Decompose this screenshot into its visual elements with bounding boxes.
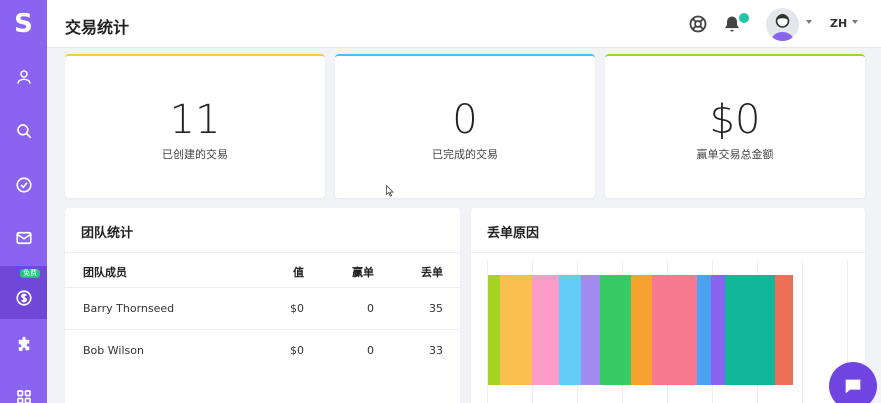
chart-bar-segment[interactable] (631, 275, 652, 385)
sidebar-item-deals[interactable]: 免费 (0, 266, 47, 319)
divider (65, 252, 460, 253)
member-won: 0 (367, 344, 374, 357)
chart-bar-segment[interactable] (697, 275, 711, 385)
chart-gridline (802, 260, 803, 403)
stat-card-won-amount: $0 赢单交易总金额 (605, 54, 865, 198)
puzzle-icon (18, 336, 29, 351)
chevron-down-icon[interactable] (806, 20, 812, 24)
sidebar-item-search[interactable] (0, 106, 47, 156)
user-avatar-icon (771, 14, 794, 41)
chart-bar-segment[interactable] (559, 275, 581, 385)
chevron-down-icon[interactable] (852, 20, 858, 24)
table-row[interactable]: Bob Wilson $0 0 33 (65, 329, 460, 371)
member-won: 0 (367, 302, 374, 315)
chat-button[interactable] (829, 362, 877, 403)
top-bar: 交易统计 ZH (47, 0, 881, 48)
chart-bar-segment[interactable] (532, 275, 559, 385)
chart-bar-segment[interactable] (711, 275, 725, 385)
member-value: $0 (290, 344, 304, 357)
sidebar-item-integrations[interactable] (0, 320, 47, 370)
stat-label: 已完成的交易 (432, 148, 498, 161)
stat-label: 已创建的交易 (162, 148, 228, 161)
check-circle-icon (15, 177, 32, 193)
member-lost: 33 (429, 344, 443, 357)
free-badge: 免费 (20, 269, 40, 278)
help-lifebuoy-icon[interactable] (688, 14, 708, 34)
chat-icon (845, 379, 861, 394)
page-title: 交易统计 (65, 18, 130, 37)
notification-dot (739, 13, 749, 23)
stat-value: 0 (452, 97, 478, 143)
dollar-icon (15, 289, 32, 306)
panel-title: 丢单原因 (487, 226, 540, 241)
table-row[interactable]: Barry Thornseed $0 0 35 (65, 287, 460, 329)
language-selector[interactable]: ZH (830, 17, 847, 30)
grid-icon (16, 390, 31, 403)
member-name: Barry Thornseed (83, 302, 175, 315)
user-icon (16, 70, 31, 84)
chart-bar-segment[interactable] (652, 275, 697, 385)
sidebar-item-contacts[interactable] (0, 52, 47, 102)
panel-title: 团队统计 (81, 226, 134, 241)
app-logo[interactable]: S (0, 0, 47, 48)
chart-bar-segment[interactable] (581, 275, 600, 385)
sidebar-item-tasks[interactable] (0, 160, 47, 210)
chart-bar-segment[interactable] (600, 275, 631, 385)
member-name: Bob Wilson (83, 344, 144, 357)
stat-card-completed-deals: 0 已完成的交易 (335, 54, 595, 198)
avatar[interactable] (766, 8, 799, 41)
stat-label: 赢单交易总金额 (696, 148, 774, 161)
stat-card-created-deals: 11 已创建的交易 (65, 54, 325, 198)
column-header-value[interactable]: 值 (293, 264, 304, 280)
sidebar-item-mail[interactable] (0, 213, 47, 263)
lost-reasons-panel: 丢单原因 (471, 208, 865, 403)
member-lost: 35 (429, 302, 443, 315)
stat-value: $0 (709, 97, 761, 143)
mail-icon (15, 231, 32, 245)
mouse-cursor-icon (386, 185, 394, 197)
sidebar: S 免费 (0, 0, 47, 403)
lost-reasons-chart (487, 260, 851, 403)
divider (471, 252, 865, 253)
chart-bar-segment[interactable] (725, 275, 775, 385)
column-header-won[interactable]: 赢单 (352, 264, 374, 280)
chart-bar-segment[interactable] (488, 275, 500, 385)
stat-value: 11 (169, 97, 221, 143)
chart-bar-segment[interactable] (500, 275, 532, 385)
column-header-member[interactable]: 团队成员 (83, 264, 127, 280)
sidebar-item-apps[interactable] (0, 372, 47, 403)
chart-bar-segment[interactable] (775, 275, 793, 385)
search-icon (16, 124, 31, 139)
column-header-lost[interactable]: 丢单 (421, 264, 443, 280)
member-value: $0 (290, 302, 304, 315)
team-stats-panel: 团队统计 团队成员 值 赢单 丢单 Barry Thornseed $0 0 3… (65, 208, 460, 403)
